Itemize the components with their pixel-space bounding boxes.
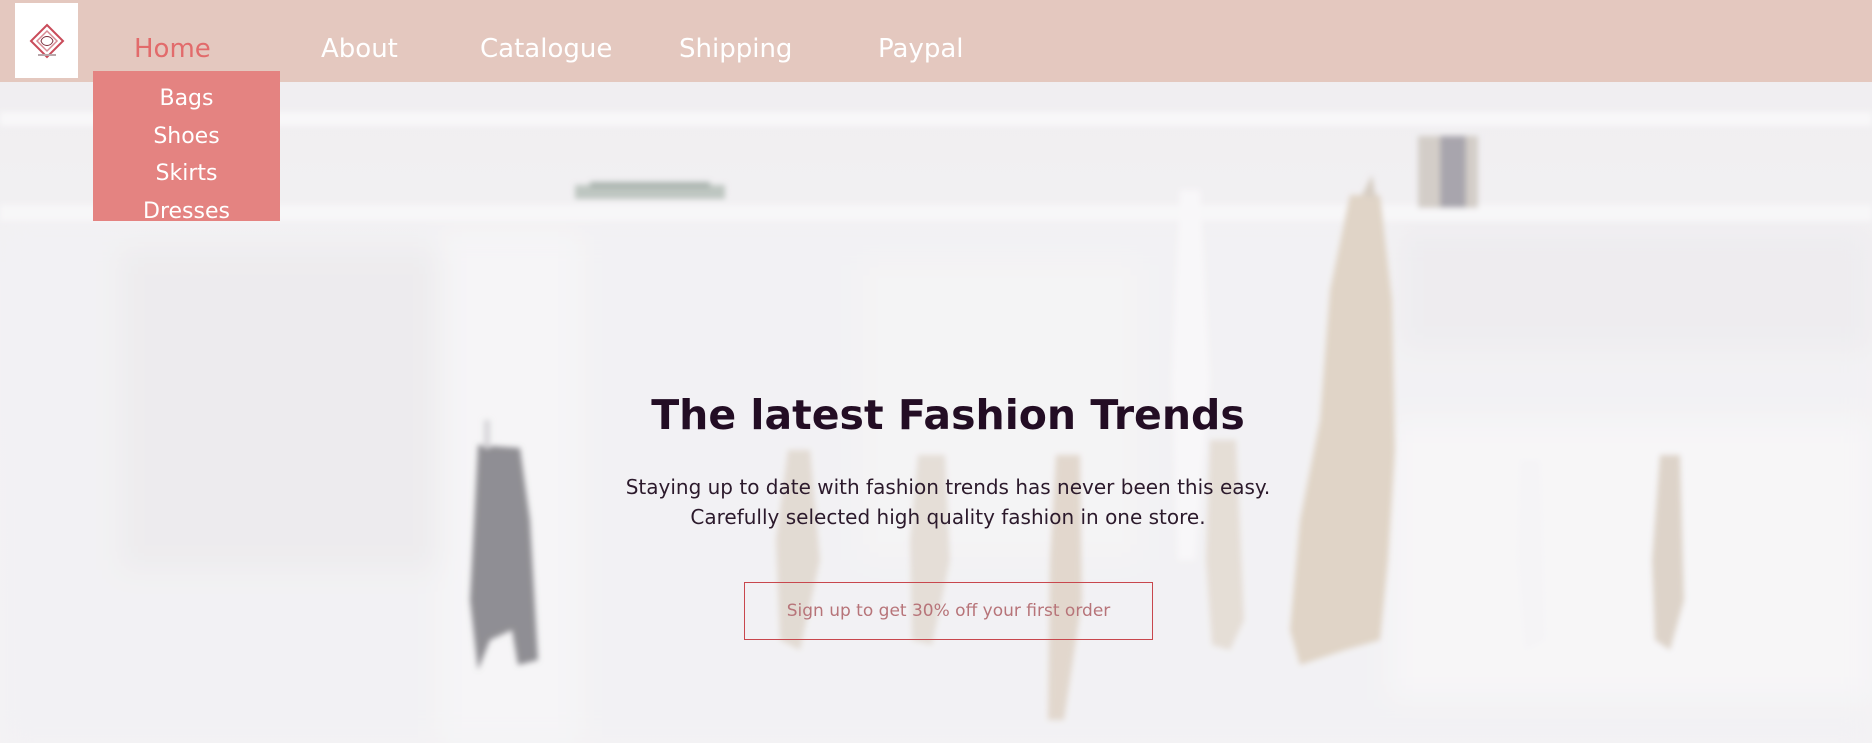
diamond-logo-icon <box>29 23 64 58</box>
hero-subtitle-line2: Carefully selected high quality fashion … <box>690 505 1206 529</box>
page: Home About Catalogue Shipping Paypal Bag… <box>0 0 1872 743</box>
site-logo[interactable] <box>15 3 78 78</box>
dropdown-item-shoes[interactable]: Shoes <box>93 123 280 151</box>
dropdown-item-bags[interactable]: Bags <box>93 85 280 113</box>
hero-title: The latest Fashion Trends <box>651 391 1245 439</box>
signup-discount-button[interactable]: Sign up to get 30% off your first order <box>744 582 1153 640</box>
nav-item-about[interactable]: About <box>321 32 398 66</box>
hero-subtitle-line1: Staying up to date with fashion trends h… <box>625 475 1271 499</box>
nav-item-shipping[interactable]: Shipping <box>679 32 792 66</box>
nav-item-home[interactable]: Home <box>134 32 211 66</box>
home-dropdown-menu: Bags Shoes Skirts Dresses <box>93 71 280 221</box>
dropdown-item-dresses[interactable]: Dresses <box>93 198 280 221</box>
nav-item-paypal[interactable]: Paypal <box>878 32 964 66</box>
nav-item-catalogue[interactable]: Catalogue <box>480 32 612 66</box>
dropdown-item-skirts[interactable]: Skirts <box>93 160 280 188</box>
navbar: Home About Catalogue Shipping Paypal <box>0 0 1872 82</box>
